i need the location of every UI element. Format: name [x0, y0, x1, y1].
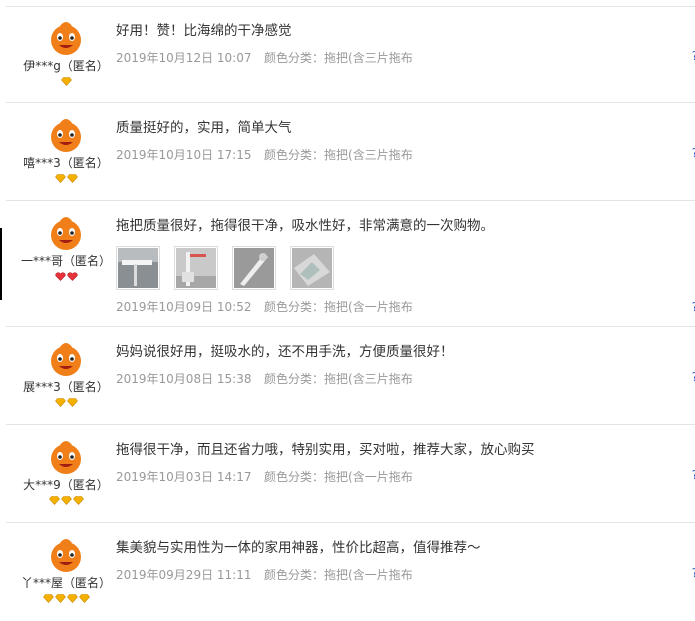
review-photos	[116, 246, 686, 290]
review-meta: 2019年10月09日 10:52 颜色分类：拖把(含一片拖布	[116, 298, 686, 316]
side-action-link[interactable]: ?	[692, 566, 695, 580]
review-body: 妈妈说很好用，挺吸水的，还不用手洗，方便质量很好！ 2019年10月08日 15…	[116, 342, 686, 388]
review-item: 一***哥（匿名） 拖把质量很好，拖得很干净，吸水性好，非常满意的一次购物。 2…	[6, 202, 695, 327]
sku-value: 拖把(含三片拖布	[324, 148, 413, 162]
sku-label: 颜色分类：	[264, 470, 325, 484]
side-action-link[interactable]: ?	[692, 300, 695, 314]
avatar-graphic	[46, 436, 86, 476]
review-photo-thumbnail[interactable]	[116, 246, 160, 290]
review-body: 拖得很干净，而且还省力哦，特别实用，买对啦，推荐大家，放心购买 2019年10月…	[116, 440, 686, 486]
review-content: 拖得很干净，而且还省力哦，特别实用，买对啦，推荐大家，放心购买	[116, 442, 535, 458]
sku-label: 颜色分类：	[264, 300, 325, 314]
review-body: 好用！赞！比海绵的干净感觉 2019年10月12日 10:07 颜色分类：拖把(含…	[116, 21, 686, 67]
gold-diamond-rank-icon	[66, 594, 78, 603]
avatar-graphic	[46, 534, 86, 574]
sku-value: 拖把(含三片拖布	[324, 51, 413, 65]
side-action-link[interactable]: ?	[692, 370, 695, 384]
review-item: 大***9（匿名） 拖得很干净，而且还省力哦，特别实用，买对啦，推荐大家，放心购…	[6, 426, 695, 523]
sku-label: 颜色分类：	[264, 372, 325, 386]
mop-photo-image	[176, 248, 217, 288]
rank-badges	[6, 398, 126, 407]
review-date: 2019年09月29日 11:11	[116, 568, 252, 582]
side-action-link[interactable]: ?	[692, 468, 695, 482]
review-content: 质量挺好的，实用，简单大气	[116, 120, 292, 136]
side-action-link[interactable]: ?	[692, 146, 695, 160]
review-item: 展***3（匿名） 妈妈说很好用，挺吸水的，还不用手洗，方便质量很好！ 2019…	[6, 328, 695, 425]
review-date: 2019年10月09日 10:52	[116, 300, 252, 314]
rank-badges	[6, 77, 126, 86]
sku-value: 拖把(含一片拖布	[324, 470, 413, 484]
review-content: 拖把质量很好，拖得很干净，吸水性好，非常满意的一次购物。	[116, 218, 494, 234]
reviewer-name: 展***3（匿名）	[23, 380, 109, 394]
mop-photo-image	[292, 248, 333, 288]
sku-value: 拖把(含三片拖布	[324, 372, 413, 386]
rank-badges	[6, 174, 126, 183]
gold-diamond-rank-icon	[54, 398, 66, 407]
reviewer-name: 大***9（匿名）	[23, 478, 109, 492]
review-body: 质量挺好的，实用，简单大气 2019年10月10日 17:15 颜色分类：拖把(含…	[116, 118, 686, 164]
sku-value: 拖把(含一片拖布	[324, 300, 413, 314]
sku-value: 拖把(含一片拖布	[324, 568, 413, 582]
avatar-graphic	[46, 17, 86, 57]
review-item: 嘻***3（匿名） 质量挺好的，实用，简单大气 2019年10月10日 17:1…	[6, 104, 695, 201]
avatar-icon[interactable]	[46, 534, 86, 574]
review-list: 伊***g（匿名） 好用！赞！比海绵的干净感觉 2019年10月12日 10:0…	[0, 0, 695, 621]
review-date: 2019年10月08日 15:38	[116, 372, 252, 386]
review-body: 集美貌与实用性为一体的家用神器，性价比超高，值得推荐～ 2019年09月29日 …	[116, 538, 686, 584]
review-body: 拖把质量很好，拖得很干净，吸水性好，非常满意的一次购物。 2019年10月09日…	[116, 216, 686, 316]
gold-diamond-rank-icon	[42, 594, 54, 603]
rank-badges	[6, 496, 126, 505]
review-meta: 2019年10月12日 10:07 颜色分类：拖把(含三片拖布	[116, 49, 686, 67]
review-content: 集美貌与实用性为一体的家用神器，性价比超高，值得推荐～	[116, 540, 481, 556]
avatar-graphic	[46, 114, 86, 154]
review-photo-thumbnail[interactable]	[174, 246, 219, 290]
gold-diamond-rank-icon	[66, 174, 78, 183]
sku-label: 颜色分类：	[264, 148, 325, 162]
side-action-link[interactable]: ?	[692, 49, 695, 63]
gold-diamond-rank-icon	[66, 398, 78, 407]
avatar-graphic	[46, 212, 86, 252]
review-photo-thumbnail[interactable]	[232, 246, 277, 290]
left-edge-rule	[0, 228, 2, 300]
sku-label: 颜色分类：	[264, 51, 325, 65]
reviewer-name: 嘻***3（匿名）	[23, 156, 109, 170]
avatar-icon[interactable]	[46, 338, 86, 378]
rank-badges	[6, 272, 126, 281]
avatar-icon[interactable]	[46, 17, 86, 57]
gold-diamond-rank-icon	[54, 594, 66, 603]
review-date: 2019年10月12日 10:07	[116, 51, 252, 65]
review-photo-thumbnail[interactable]	[290, 246, 335, 290]
avatar-icon[interactable]	[46, 114, 86, 154]
review-content: 好用！赞！比海绵的干净感觉	[116, 23, 292, 39]
avatar-icon[interactable]	[46, 212, 86, 252]
review-date: 2019年10月10日 17:15	[116, 148, 252, 162]
gold-diamond-rank-icon	[60, 496, 72, 505]
sku-label: 颜色分类：	[264, 568, 325, 582]
gold-diamond-rank-icon	[54, 174, 66, 183]
review-meta: 2019年10月10日 17:15 颜色分类：拖把(含三片拖布	[116, 146, 686, 164]
review-meta: 2019年09月29日 11:11 颜色分类：拖把(含一片拖布	[116, 566, 686, 584]
review-meta: 2019年10月03日 14:17 颜色分类：拖把(含一片拖布	[116, 468, 686, 486]
red-heart-rank-icon	[66, 272, 78, 281]
rank-badges	[6, 594, 126, 603]
reviewer-name: 伊***g（匿名）	[23, 59, 109, 73]
gold-diamond-rank-icon	[72, 496, 84, 505]
gold-diamond-rank-icon	[60, 77, 72, 86]
review-item: 伊***g（匿名） 好用！赞！比海绵的干净感觉 2019年10月12日 10:0…	[6, 6, 695, 103]
mop-photo-image	[118, 248, 158, 288]
review-item: 丫***屋（匿名） 集美貌与实用性为一体的家用神器，性价比超高，值得推荐～ 20…	[6, 524, 695, 621]
gold-diamond-rank-icon	[48, 496, 60, 505]
reviewer-name: 一***哥（匿名）	[20, 254, 111, 268]
gold-diamond-rank-icon	[78, 594, 90, 603]
reviewer-name: 丫***屋（匿名）	[20, 576, 111, 590]
red-heart-rank-icon	[54, 272, 66, 281]
review-content: 妈妈说很好用，挺吸水的，还不用手洗，方便质量很好！	[116, 344, 454, 360]
avatar-graphic	[46, 338, 86, 378]
avatar-icon[interactable]	[46, 436, 86, 476]
review-meta: 2019年10月08日 15:38 颜色分类：拖把(含三片拖布	[116, 370, 686, 388]
mop-photo-image	[234, 248, 275, 288]
review-date: 2019年10月03日 14:17	[116, 470, 252, 484]
